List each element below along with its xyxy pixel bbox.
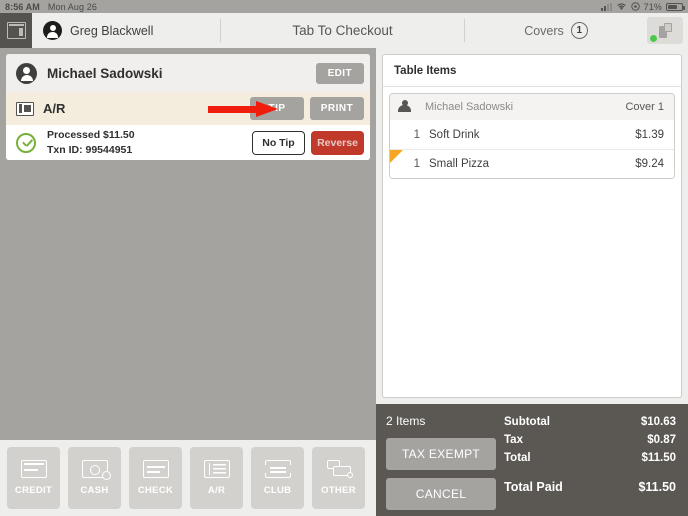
check-circle-icon	[16, 132, 36, 153]
battery-icon	[666, 2, 685, 11]
order-totals-panel: 2 Items TAX EXEMPT CANCEL Subtotal $10.6…	[376, 404, 688, 516]
total-label: Total	[504, 451, 531, 464]
transaction-row: Processed $11.50 Txn ID: 99544951 No Tip…	[6, 125, 370, 160]
tax-value: $0.87	[647, 433, 676, 446]
table-items-header: Table Items	[383, 55, 681, 87]
item-price: $9.24	[635, 158, 664, 170]
payment-method-label: OTHER	[321, 485, 356, 496]
total-paid-value: $11.50	[638, 480, 676, 495]
battery-percent: 71%	[643, 1, 662, 12]
pos-checkout-screen: 8:56 AM Mon Aug 26 71% Greg Blackwell Ta…	[0, 0, 688, 516]
avatar	[43, 21, 62, 40]
item-price: $1.39	[635, 128, 664, 141]
red-arrow-annotation	[208, 101, 280, 117]
tax-exempt-button[interactable]: TAX EXEMPT	[386, 438, 496, 470]
subtotal-value: $10.63	[640, 416, 676, 428]
customer-row: Michael Sadowski EDIT	[6, 54, 370, 92]
total-value: $11.50	[641, 451, 676, 464]
covers-count-badge: 1	[570, 22, 588, 39]
table-items-pane: Table Items Michael Sadowski Cover 1 1 S…	[376, 48, 688, 404]
credit-card-icon	[20, 460, 47, 478]
transaction-status: Processed $11.50	[47, 129, 135, 142]
totals-actions: 2 Items TAX EXEMPT CANCEL	[386, 414, 496, 516]
totals-figures: Subtotal $10.63 Tax $0.87 Total $11.50 T…	[504, 414, 676, 498]
cancel-button[interactable]: CANCEL	[386, 478, 496, 510]
payment-method-club[interactable]: CLUB	[251, 447, 304, 509]
list-item[interactable]: 1 Small Pizza $9.24	[390, 149, 674, 178]
covers-label: Covers	[524, 23, 564, 38]
status-indicators: 71%	[600, 1, 685, 12]
transaction-details: Processed $11.50 Txn ID: 99544951	[47, 128, 135, 156]
print-button[interactable]: PRINT	[310, 97, 364, 120]
payment-method-check[interactable]: CHECK	[129, 447, 182, 509]
signal-icon	[600, 2, 612, 11]
person-icon	[398, 100, 411, 114]
item-quantity: 1	[413, 128, 420, 141]
transaction-actions: No Tip Reverse	[252, 130, 364, 155]
tax-label: Tax	[504, 433, 523, 446]
payment-method-label: CHECK	[137, 485, 174, 496]
customer-name: Michael Sadowski	[47, 65, 163, 81]
payment-methods-bar: CREDIT CASH CHECK A/R CLUB OTHER	[0, 440, 376, 516]
cover-number-label: Cover 1	[625, 101, 664, 113]
list-item[interactable]: 1 Soft Drink $1.39	[390, 120, 674, 149]
table-items-card: Table Items Michael Sadowski Cover 1 1 S…	[382, 54, 682, 398]
reverse-button[interactable]: Reverse	[311, 130, 364, 155]
subtotal-line: Subtotal $10.63	[504, 414, 676, 432]
printer-status-button[interactable]	[647, 17, 683, 44]
tax-line: Tax $0.87	[504, 432, 676, 450]
ar-ticket-icon	[16, 101, 34, 116]
item-name: Soft Drink	[429, 128, 480, 141]
covers-control[interactable]: Covers 1	[465, 13, 647, 48]
total-paid-label: Total Paid	[504, 480, 563, 495]
no-tip-button[interactable]: No Tip	[252, 130, 305, 155]
user-name-label: Greg Blackwell	[70, 23, 154, 38]
status-date: Mon Aug 26	[47, 1, 97, 12]
status-time: 8:56 AM	[5, 1, 40, 12]
register-icon	[6, 22, 26, 39]
transaction-id: Txn ID: 99544951	[47, 143, 133, 156]
payment-method-cash[interactable]: CASH	[68, 447, 121, 509]
items-list: Michael Sadowski Cover 1 1 Soft Drink $1…	[389, 93, 675, 179]
cover-header-row[interactable]: Michael Sadowski Cover 1	[390, 94, 674, 120]
page-title: Tab To Checkout	[292, 23, 393, 38]
ar-ticket-icon	[203, 460, 230, 478]
club-ticket-icon	[264, 460, 291, 478]
app-menu-button[interactable]	[0, 13, 32, 48]
printer-online-indicator	[650, 35, 657, 42]
tender-label: A/R	[43, 101, 66, 116]
ios-status-bar: 8:56 AM Mon Aug 26 71%	[0, 0, 688, 13]
payment-method-ar[interactable]: A/R	[190, 447, 243, 509]
payment-method-label: A/R	[207, 485, 226, 496]
payments-pane: Michael Sadowski EDIT A/R TIP PRINT Proc…	[0, 48, 376, 440]
total-line: Total $11.50	[504, 450, 676, 468]
rotation-lock-icon	[630, 2, 640, 11]
tender-row-ar: A/R TIP PRINT	[6, 92, 370, 125]
edit-button[interactable]: EDIT	[315, 62, 364, 84]
person-icon	[16, 62, 37, 84]
item-flag-triangle-icon	[390, 150, 403, 163]
wifi-icon	[616, 3, 626, 10]
payment-card: Michael Sadowski EDIT A/R TIP PRINT Proc…	[6, 54, 370, 160]
subtotal-label: Subtotal	[504, 416, 550, 428]
current-user[interactable]: Greg Blackwell	[32, 13, 220, 48]
payment-method-other[interactable]: OTHER	[312, 447, 365, 509]
item-count-label: 2 Items	[386, 414, 426, 428]
cash-icon	[81, 460, 111, 480]
printer-icon	[658, 23, 672, 38]
payment-method-label: CREDIT	[14, 485, 53, 496]
check-icon	[142, 460, 169, 478]
other-payment-icon	[326, 460, 353, 478]
total-paid-line: Total Paid $11.50	[504, 478, 676, 497]
item-name: Small Pizza	[429, 158, 490, 170]
top-navigation-bar: Greg Blackwell Tab To Checkout Covers 1	[0, 13, 688, 48]
payment-method-label: CASH	[80, 485, 109, 496]
payment-method-credit[interactable]: CREDIT	[7, 447, 60, 509]
cover-customer-name: Michael Sadowski	[425, 101, 514, 113]
payment-method-label: CLUB	[263, 485, 292, 496]
